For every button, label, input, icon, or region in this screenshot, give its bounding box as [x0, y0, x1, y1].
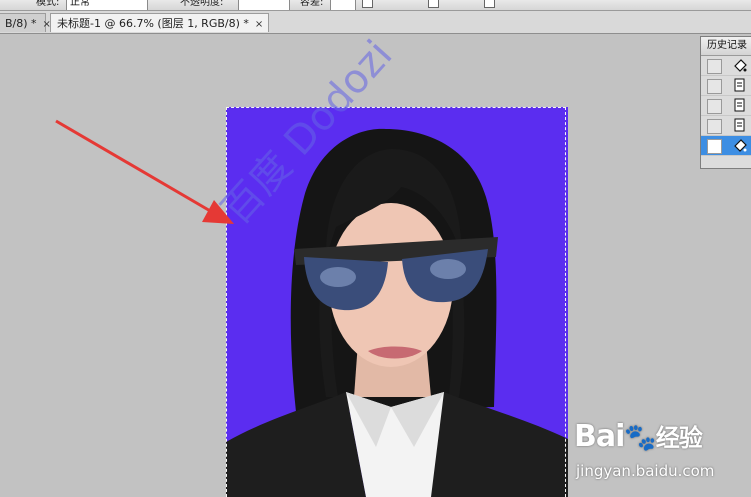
history-snapshot-checkbox[interactable] [707, 59, 722, 74]
history-panel: 历史记录 [700, 36, 751, 169]
annotation-arrow [55, 119, 234, 224]
paint-bucket-icon [734, 59, 747, 72]
history-item[interactable] [701, 76, 751, 96]
history-panel-title: 历史记录 [701, 37, 751, 56]
history-snapshot-checkbox[interactable] [707, 79, 722, 94]
history-snapshot-checkbox[interactable] [707, 99, 722, 114]
document-state-icon [734, 118, 745, 132]
history-item[interactable] [701, 96, 751, 116]
history-item[interactable] [701, 56, 751, 76]
document-state-icon [734, 78, 745, 92]
history-item[interactable] [701, 116, 751, 136]
history-item-selected[interactable] [701, 136, 751, 156]
history-snapshot-checkbox[interactable] [707, 119, 722, 134]
history-snapshot-checkbox[interactable] [707, 139, 722, 154]
document-state-icon [734, 98, 745, 112]
paint-bucket-icon [734, 139, 747, 152]
